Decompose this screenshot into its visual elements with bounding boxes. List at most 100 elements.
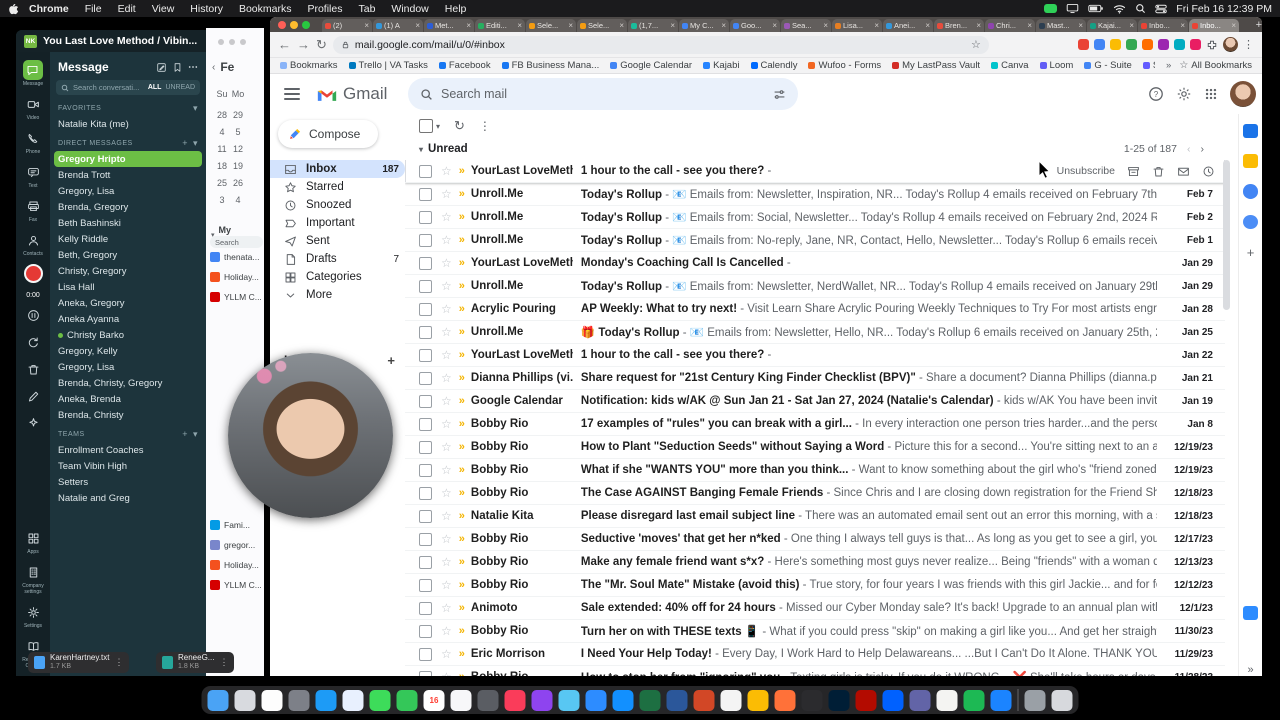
address-bar[interactable]: mail.google.com/mail/u/0/#inbox ☆ — [332, 35, 989, 54]
dock-maps-icon[interactable] — [558, 689, 580, 711]
email-row[interactable]: ☆ » Eric Morrison I Need Your Help Today! -… — [405, 643, 1225, 666]
star-icon[interactable]: ☆ — [441, 394, 452, 408]
bookmark-kajabi[interactable]: Kajabi — [703, 60, 740, 71]
browser-tab[interactable]: Inbo... × — [1138, 19, 1188, 32]
close-window-button[interactable] — [278, 20, 286, 29]
bookmarks-overflow-icon[interactable]: » — [1166, 60, 1171, 71]
gmail-logo[interactable]: Gmail — [316, 84, 387, 104]
importance-marker[interactable]: » — [459, 602, 465, 614]
dock-camera-icon[interactable] — [477, 689, 499, 711]
dock-finder-icon[interactable] — [207, 689, 229, 711]
conversation-search-input[interactable]: Search conversati... ALL UNREAD — [56, 80, 200, 95]
email-row[interactable]: ☆ » YourLast LoveMethod 1 hour to the call … — [405, 344, 1225, 367]
extension-icon[interactable] — [1190, 39, 1201, 50]
bookmark-loom[interactable]: Loom — [1039, 60, 1073, 71]
unsubscribe-button[interactable]: Unsubscribe — [1057, 165, 1115, 177]
dock-music-icon[interactable] — [504, 689, 526, 711]
email-row[interactable]: ☆ » YourLast LoveMethod 1 hour to the call … — [405, 160, 1225, 183]
rail-item-video[interactable]: Video — [23, 94, 43, 121]
sidebar-item-inbox[interactable]: Inbox 187 — [270, 160, 405, 178]
importance-marker[interactable]: » — [459, 510, 465, 522]
sidebar-item-starred[interactable]: Starred — [270, 178, 405, 196]
rail-item-contacts[interactable]: Contacts — [23, 230, 43, 257]
rail-item-apps[interactable]: Apps — [23, 528, 43, 555]
importance-marker[interactable]: » — [459, 487, 465, 499]
conversation-item[interactable]: Natalie and Greg — [50, 490, 206, 506]
dock-messages-icon[interactable] — [369, 689, 391, 711]
browser-tab[interactable]: Bren... × — [934, 19, 984, 32]
search-icon[interactable] — [1135, 3, 1146, 14]
email-row[interactable]: ☆ » Bobby Rio The Case AGAINST Banging Fema… — [405, 482, 1225, 505]
rail-item-text[interactable]: Text — [23, 162, 43, 189]
calendar-side-icon[interactable] — [1243, 124, 1258, 139]
menu-clock[interactable]: Fri Feb 16 12:39 PM — [1176, 3, 1272, 15]
conversation-item[interactable]: Beth, Gregory — [50, 247, 206, 263]
google-apps-icon[interactable] — [1204, 87, 1218, 101]
back-button[interactable]: ← — [278, 38, 291, 51]
row-checkbox[interactable] — [419, 210, 432, 224]
calendar-checkbox[interactable] — [210, 580, 220, 590]
email-row[interactable]: ☆ » Bobby Rio How to Plant "Seduction Seeds… — [405, 436, 1225, 459]
apple-menu-icon[interactable] — [8, 3, 19, 15]
browser-tab[interactable]: (1,7... × — [628, 19, 678, 32]
bookmark-stripe[interactable]: Stripe — [1142, 60, 1155, 71]
menu-edit[interactable]: Edit — [110, 3, 144, 15]
star-icon[interactable]: ☆ — [441, 279, 452, 293]
importance-marker[interactable]: » — [459, 326, 465, 338]
star-icon[interactable]: ☆ — [441, 371, 452, 385]
dock-facetime-icon[interactable] — [396, 689, 418, 711]
calendar-day[interactable]: 12 — [230, 144, 246, 154]
conversation-item[interactable]: Lisa Hall — [50, 279, 206, 295]
keep-side-icon[interactable] — [1243, 154, 1258, 169]
conversation-item[interactable]: Christy, Gregory — [50, 263, 206, 279]
create-label-icon[interactable]: + — [387, 353, 395, 368]
dock-calendar-icon[interactable]: 16 — [423, 689, 445, 711]
star-icon[interactable]: ☆ — [441, 532, 452, 546]
star-icon[interactable]: ☆ — [441, 256, 452, 270]
email-row[interactable]: ☆ » Bobby Rio What if she "WANTS YOU" more … — [405, 459, 1225, 482]
email-row[interactable]: ☆ » Natalie Kita Please disregard last emai… — [405, 505, 1225, 528]
menu-file[interactable]: File — [77, 3, 110, 15]
older-page-icon[interactable]: › — [1201, 143, 1205, 155]
archive-icon[interactable] — [1127, 165, 1140, 178]
star-icon[interactable]: ☆ — [441, 670, 452, 676]
browser-tab[interactable]: Editi... × — [475, 19, 525, 32]
bookmark-bookmarks[interactable]: Bookmarks — [280, 60, 338, 71]
row-checkbox[interactable] — [419, 509, 432, 523]
browser-tab[interactable]: My C... × — [679, 19, 729, 32]
row-checkbox[interactable] — [419, 532, 432, 546]
row-checkbox[interactable] — [419, 233, 432, 247]
list-scrollbar[interactable] — [1223, 160, 1230, 310]
dock-mail-icon[interactable] — [315, 689, 337, 711]
star-icon[interactable]: ☆ — [441, 601, 452, 615]
calendar-list-item[interactable]: gregor... — [206, 535, 264, 555]
conversation-item[interactable]: Gregory Hripto — [54, 151, 202, 167]
rail-item-phone[interactable]: Phone — [23, 128, 43, 155]
conversation-item[interactable]: Christy Barko — [50, 327, 206, 343]
dock-word-icon[interactable] — [666, 689, 688, 711]
menu-view[interactable]: View — [144, 3, 183, 15]
browser-tab[interactable]: Lisa... × — [832, 19, 882, 32]
dock-launchpad-icon[interactable] — [234, 689, 256, 711]
tab-close-icon[interactable]: × — [823, 21, 828, 30]
dock-teams-icon[interactable] — [909, 689, 931, 711]
download-menu-icon[interactable]: ⋮ — [114, 657, 123, 668]
display-icon[interactable] — [1066, 3, 1079, 14]
account-avatar[interactable] — [1230, 81, 1256, 107]
bookmark-wufoo-forms[interactable]: Wufoo - Forms — [808, 60, 881, 71]
dock-slack-icon[interactable] — [720, 689, 742, 711]
get-addons-icon[interactable]: + — [1247, 245, 1255, 260]
star-icon[interactable]: ☆ — [441, 555, 452, 569]
calendar-checkbox[interactable] — [210, 520, 220, 530]
email-row[interactable]: ☆ » Bobby Rio Make any female friend want s… — [405, 551, 1225, 574]
row-checkbox[interactable] — [419, 670, 432, 676]
star-icon[interactable]: ☆ — [441, 233, 452, 247]
minimize-window-button[interactable] — [290, 20, 298, 29]
bookmark-canva[interactable]: Canva — [991, 60, 1029, 71]
rail-item-settings[interactable]: Settings — [23, 602, 43, 629]
dock-terminal-icon[interactable] — [801, 689, 823, 711]
dock-spotify-icon[interactable] — [963, 689, 985, 711]
tab-close-icon[interactable]: × — [517, 21, 522, 30]
conversation-item[interactable]: Aneka, Gregory — [50, 295, 206, 311]
tool-magic-button[interactable] — [23, 413, 43, 433]
